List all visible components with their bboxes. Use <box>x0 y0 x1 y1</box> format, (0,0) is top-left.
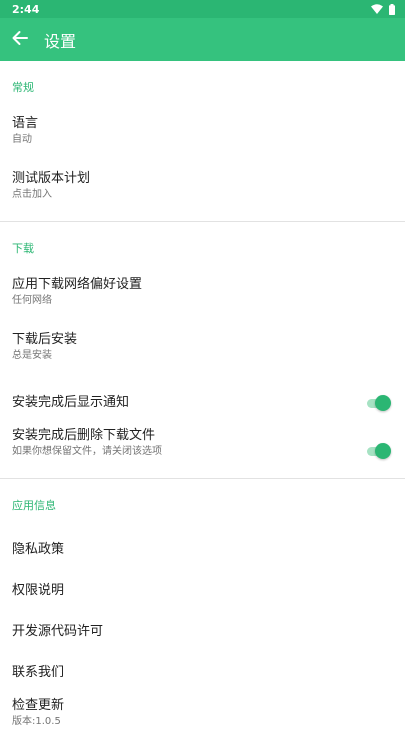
delete-file-toggle[interactable] <box>367 442 391 459</box>
section-header-download: 下载 <box>12 242 34 255</box>
version-text: 版本:1.0.5 <box>12 716 61 727</box>
notification-toggle[interactable] <box>367 394 391 411</box>
setting-permissions[interactable]: 权限说明 <box>0 570 405 611</box>
setting-subtitle: 自动 <box>12 134 32 145</box>
toggle-thumb <box>375 394 391 411</box>
setting-title: 开发源代码许可 <box>12 623 104 639</box>
battery-icon <box>389 3 395 15</box>
setting-install-after-download[interactable]: 下载后安装 总是安装 <box>0 327 405 382</box>
setting-title: 检查更新 <box>12 698 65 713</box>
setting-subtitle: 点击加入 <box>12 189 52 200</box>
setting-title: 语言 <box>12 116 39 131</box>
toggle-thumb <box>375 442 391 459</box>
setting-subtitle: 总是安装 <box>12 350 52 361</box>
setting-beta-program[interactable]: 测试版本计划 点击加入 <box>0 166 405 221</box>
status-bar: 2:44 <box>0 0 405 18</box>
setting-title: 安装完成后删除下载文件 <box>12 428 156 443</box>
setting-delete-download-file[interactable]: 安装完成后删除下载文件 如果你想保留文件，请关闭该选项 <box>0 423 405 478</box>
app-bar: 设置 <box>0 18 405 61</box>
setting-open-source-license[interactable]: 开发源代码许可 <box>0 611 405 652</box>
setting-title: 联系我们 <box>12 664 65 680</box>
setting-show-notification[interactable]: 安装完成后显示通知 <box>0 382 405 423</box>
back-button[interactable] <box>0 18 42 61</box>
setting-title: 安装完成后显示通知 <box>12 394 130 410</box>
setting-title: 应用下载网络偏好设置 <box>12 277 143 292</box>
setting-contact-us[interactable]: 联系我们 <box>0 652 405 693</box>
setting-title: 测试版本计划 <box>12 171 91 186</box>
setting-subtitle: 如果你想保留文件，请关闭该选项 <box>12 446 162 457</box>
setting-title: 下载后安装 <box>12 332 78 347</box>
section-header-app-info: 应用信息 <box>12 499 56 512</box>
status-icons <box>371 3 395 15</box>
setting-subtitle: 任何网络 <box>12 295 52 306</box>
setting-language[interactable]: 语言 自动 <box>0 111 405 166</box>
setting-title: 权限说明 <box>12 582 65 598</box>
status-time: 2:44 <box>12 2 40 16</box>
settings-list: 常规 语言 自动 测试版本计划 点击加入 下载 应用下载网络偏好设置 任何网络 … <box>0 61 405 748</box>
setting-privacy-policy[interactable]: 隐私政策 <box>0 529 405 570</box>
setting-title: 隐私政策 <box>12 541 65 557</box>
arrow-left-icon <box>11 29 29 51</box>
page-title: 设置 <box>44 31 77 51</box>
setting-download-network[interactable]: 应用下载网络偏好设置 任何网络 <box>0 272 405 327</box>
wifi-icon <box>371 4 383 14</box>
section-header-general: 常规 <box>12 81 34 94</box>
